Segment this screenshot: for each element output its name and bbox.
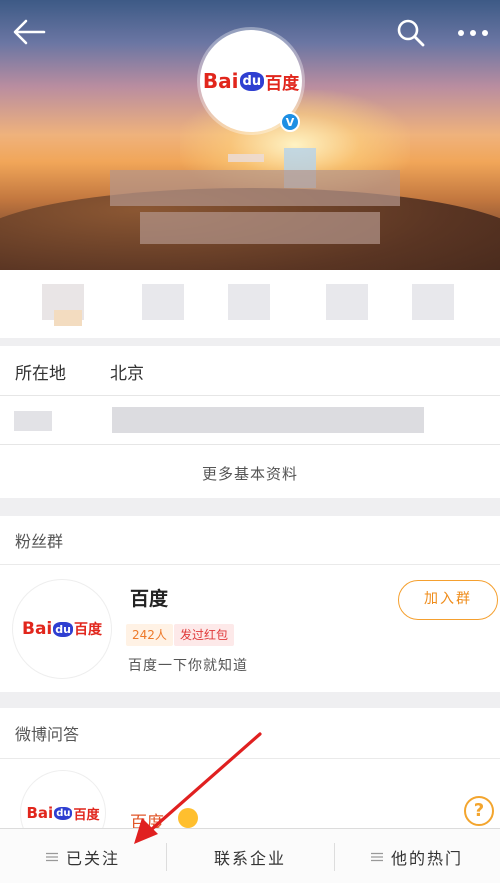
redacted-stat [54,310,82,326]
logo-paw-text: du [239,71,265,91]
logo-paw-text: du [53,621,73,637]
location-row: 所在地 北京 [0,346,500,396]
redacted-stat [326,284,368,320]
tab-contact-company-label: 联系企业 [213,848,286,868]
logo-latin-text: Bai [26,804,54,822]
menu-icon [370,852,383,861]
weibo-qa-title: 微博问答 [15,725,80,744]
tab-his-popular-label: 他的热门 [390,848,463,868]
logo-latin-text: Bai [202,69,239,93]
logo-chinese-text: 百度 [73,807,100,823]
baidu-logo: Bai du 百度 [22,619,102,639]
more-dots-icon[interactable] [456,22,490,44]
logo-paw-text: du [54,806,73,820]
menu-icon [45,852,58,861]
redacted-text [112,407,424,433]
redacted-info-row [0,397,500,445]
join-group-button[interactable]: 加入群 [398,580,498,620]
arrow-left-icon[interactable] [12,18,46,46]
redacted-stat [228,284,270,320]
help-icon[interactable]: ? [464,796,494,826]
location-value: 北京 [110,364,144,384]
location-label: 所在地 [15,364,66,384]
baidu-logo: Bai du 百度 [27,804,100,823]
bottom-action-bar: 已关注 联系企业 他的热门 [0,828,500,883]
basic-info-card: 所在地 北京 更多基本资料 [0,346,500,498]
emoji-icon [178,808,198,828]
divider [0,758,500,759]
redacted-name-mosaic [228,154,264,162]
search-icon[interactable] [396,18,426,48]
redacted-stat [412,284,454,320]
member-count-badge: 242人 [126,624,173,646]
baidu-logo: Bai du 百度 [203,69,299,94]
fan-group-description: 百度一下你就知道 [128,658,248,674]
fan-group-name[interactable]: 百度 [130,584,168,611]
tab-followed[interactable]: 已关注 [0,829,166,883]
fan-group-title: 粉丝群 [15,532,64,551]
redacted-bio-mosaic [140,212,380,244]
redacted-stat [142,284,184,320]
more-basic-info-link[interactable]: 更多基本资料 [0,463,500,484]
tab-his-popular[interactable]: 他的热门 [334,829,500,883]
red-packet-badge: 发过红包 [174,624,235,646]
divider [0,564,500,565]
profile-header-banner: Bai du 百度 V [0,0,500,270]
redacted-bio-mosaic [110,170,400,206]
profile-stats-row [0,270,500,338]
tab-contact-company[interactable]: 联系企业 [166,829,334,883]
logo-chinese-text: 百度 [265,73,300,94]
logo-chinese-text: 百度 [73,622,102,638]
tab-followed-label: 已关注 [65,848,120,868]
fan-group-avatar[interactable]: Bai du 百度 [12,579,112,679]
logo-latin-text: Bai [22,619,53,639]
verified-badge: V [280,112,300,132]
redacted-text [14,411,52,431]
